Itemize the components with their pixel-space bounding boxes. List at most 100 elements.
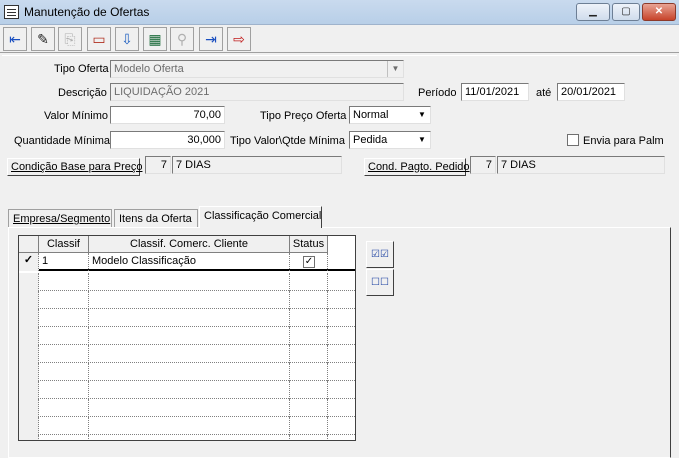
empty-cell	[39, 327, 89, 345]
empty-row	[19, 309, 355, 327]
tipo-preco-select[interactable]: Normal ▼	[349, 106, 431, 124]
empty-cell	[290, 291, 328, 309]
empty-cell	[290, 399, 328, 417]
empty-cell	[39, 309, 89, 327]
empty-cell	[290, 417, 328, 435]
tipo-oferta-value: Modelo Oferta	[114, 63, 184, 75]
empty-cell	[89, 291, 290, 309]
tipo-preco-label: Tipo Preço Oferta	[260, 110, 347, 122]
empty-cell	[19, 309, 39, 327]
periodo-label: Período	[418, 87, 457, 99]
empty-cell	[19, 417, 39, 435]
empty-cell	[19, 363, 39, 381]
valor-minimo-label: Valor Mínimo	[44, 110, 108, 122]
empty-cell	[89, 435, 290, 440]
window-title: Manutenção de Ofertas	[24, 5, 150, 19]
empty-cell	[19, 291, 39, 309]
empty-cell	[19, 345, 39, 363]
empty-cell	[39, 417, 89, 435]
grid-header-cliente[interactable]: Classif. Comerc. Cliente	[89, 236, 290, 253]
tipo-oferta-select[interactable]: Modelo Oferta ▼	[110, 60, 404, 78]
cond-base-button[interactable]: Condição Base para Preço	[7, 158, 142, 176]
title-bar: Manutenção de Ofertas ▁ ▢ ✕	[0, 0, 679, 25]
exit-icon[interactable]: ⇤	[3, 27, 27, 51]
row-status[interactable]: ✓	[290, 253, 328, 271]
open-folder-icon[interactable]: ▭	[87, 27, 111, 51]
empty-row	[19, 327, 355, 345]
empty-cell	[39, 435, 89, 440]
empty-cell	[39, 399, 89, 417]
empty-cell	[19, 327, 39, 345]
empty-cell	[89, 345, 290, 363]
empty-row	[19, 435, 355, 440]
empty-cell	[39, 291, 89, 309]
import-icon[interactable]: ⇩	[115, 27, 139, 51]
periodo-inicio-field[interactable]: 11/01/2021	[461, 83, 529, 101]
empty-cell	[89, 273, 290, 291]
tab-itens-oferta[interactable]: Itens da Oferta	[114, 209, 198, 228]
empty-cell	[89, 309, 290, 327]
close-button[interactable]: ✕	[642, 3, 676, 21]
tab-classificacao-comercial[interactable]: Classificação Comercial	[199, 206, 322, 228]
empty-row	[19, 399, 355, 417]
tab-empresa-segmento[interactable]: Empresa/Segmento	[8, 209, 112, 228]
maximize-button[interactable]: ▢	[612, 3, 640, 21]
empty-row	[19, 345, 355, 363]
empty-cell	[290, 327, 328, 345]
envia-palm-checkbox[interactable]	[567, 134, 579, 146]
grid-header-status[interactable]: Status	[290, 236, 328, 253]
envia-palm-label: Envia para Palm	[583, 135, 664, 147]
paste-icon[interactable]: ⎘	[58, 27, 82, 51]
descricao-field[interactable]: LIQUIDAÇÃO 2021	[110, 83, 404, 101]
tipo-oferta-label: Tipo Oferta	[54, 63, 109, 75]
tipo-preco-value: Normal	[353, 109, 389, 121]
chevron-down-icon: ▼	[414, 132, 430, 148]
empty-cell	[39, 273, 89, 291]
toolbar: ⇤ ✎ ⎘ ▭ ⇩ ▦ ⚲ ⇥ ⇨	[0, 25, 679, 53]
empty-cell	[19, 435, 39, 440]
empty-row	[19, 273, 355, 291]
periodo-fim-field[interactable]: 20/01/2021	[557, 83, 625, 101]
check-all-button[interactable]: ☑☑	[366, 241, 394, 268]
uncheck-all-button[interactable]: ☐☐	[366, 269, 394, 296]
cond-pagto-code: 7	[470, 156, 496, 174]
tipo-valor-select[interactable]: Pedida ▼	[349, 131, 431, 149]
empty-cell	[290, 363, 328, 381]
ate-label: até	[536, 87, 552, 99]
empty-cell	[290, 309, 328, 327]
status-checkbox[interactable]: ✓	[303, 256, 315, 268]
empty-cell	[89, 417, 290, 435]
cond-pagto-desc: 7 DIAS	[497, 156, 665, 174]
valor-minimo-field[interactable]: 70,00	[110, 106, 225, 124]
lookup-icon[interactable]: ⚲	[170, 27, 194, 51]
calculator-icon[interactable]: ▦	[143, 27, 167, 51]
empty-row	[19, 363, 355, 381]
cond-pagto-button[interactable]: Cond. Pagto. Pedido	[364, 158, 470, 176]
grid-indicator-header	[19, 236, 39, 253]
empty-cell	[19, 273, 39, 291]
minimize-button[interactable]: ▁	[576, 3, 610, 21]
empty-cell	[19, 381, 39, 399]
export-icon[interactable]: ⇨	[227, 27, 251, 51]
empty-cell	[39, 363, 89, 381]
edit-icon[interactable]: ✎	[31, 27, 55, 51]
empty-cell	[39, 345, 89, 363]
empty-cell	[290, 381, 328, 399]
qtd-minima-label: Quantidade Mínima	[14, 135, 110, 147]
empty-cell	[89, 381, 290, 399]
empty-cell	[89, 363, 290, 381]
insert-icon[interactable]: ⇥	[199, 27, 223, 51]
empty-row	[19, 291, 355, 309]
classificacao-grid[interactable]: Classif Classif. Comerc. Cliente Status …	[18, 235, 356, 441]
table-row[interactable]: ✓ 1 Modelo Classificação ✓	[19, 253, 355, 271]
empty-cell	[19, 399, 39, 417]
empty-row	[19, 381, 355, 399]
row-selected-icon: ✓	[19, 253, 39, 271]
empty-cell	[89, 399, 290, 417]
chevron-down-icon: ▼	[387, 61, 403, 77]
row-classif: 1	[39, 253, 89, 271]
descricao-label: Descrição	[58, 87, 107, 99]
grid-header-classif[interactable]: Classif	[39, 236, 89, 253]
qtd-minima-field[interactable]: 30,000	[110, 131, 225, 149]
empty-cell	[89, 327, 290, 345]
